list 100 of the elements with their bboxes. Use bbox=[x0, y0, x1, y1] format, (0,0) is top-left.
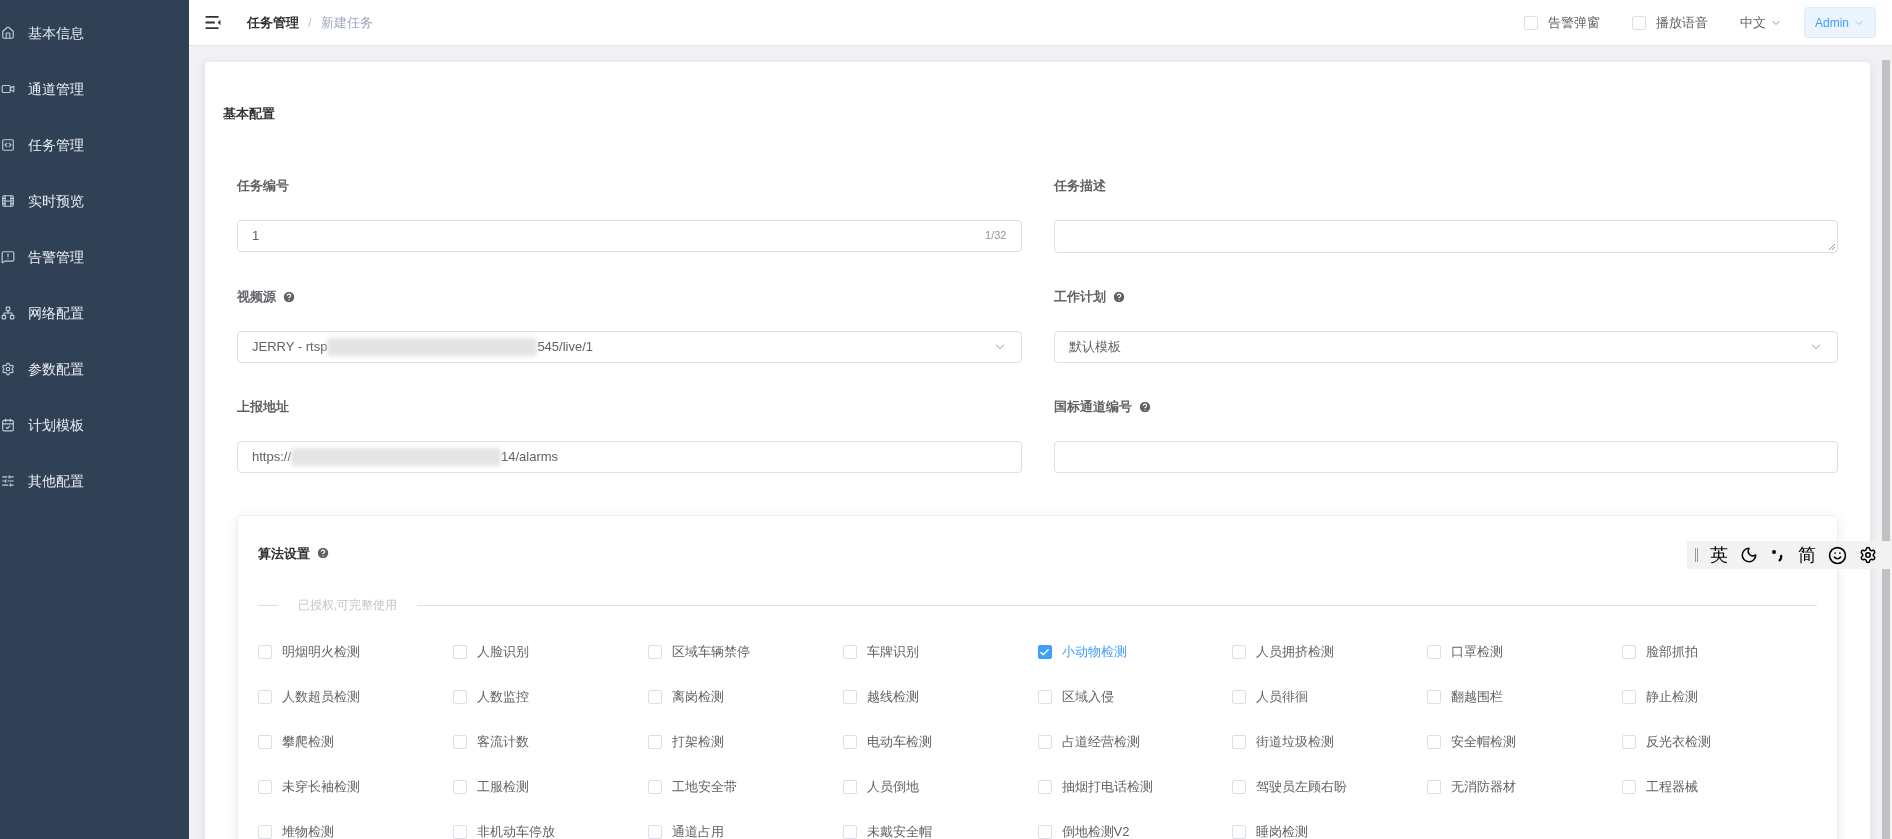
checkbox-label: 区域入侵 bbox=[1061, 688, 1114, 707]
breadcrumb-separator: / bbox=[308, 13, 312, 32]
checkbox-label: 未戴安全帽 bbox=[866, 823, 932, 839]
checkbox-label: 街道垃圾检测 bbox=[1256, 733, 1335, 752]
breadcrumb-item[interactable]: 任务管理 bbox=[247, 12, 299, 33]
sliders-icon bbox=[1, 474, 15, 488]
section-title: 算法设置 bbox=[258, 544, 310, 563]
checkbox-label: 攀爬检测 bbox=[282, 733, 334, 752]
checkbox-label: 人数监控 bbox=[476, 688, 529, 707]
field-value: JERRY - rtsp bbox=[252, 337, 328, 356]
checkbox-label: 睡岗检测 bbox=[1256, 823, 1309, 839]
checkbox-label: 翻越围栏 bbox=[1451, 688, 1504, 707]
select-field[interactable]: JERRY - rtsp 545/live/1 bbox=[237, 330, 1022, 363]
input-field[interactable]: 1 1/32 bbox=[237, 219, 1022, 252]
checkbox-label: 区域车辆禁停 bbox=[671, 643, 750, 662]
input-field[interactable]: https:// 14/alarms bbox=[237, 440, 1022, 473]
sidebar-label: 任务管理 bbox=[28, 135, 84, 155]
checkbox-label: 脸部抓拍 bbox=[1646, 643, 1699, 662]
checkbox-label: 人数超员检测 bbox=[282, 688, 360, 707]
checkbox-label: 倒地检测V2 bbox=[1061, 823, 1130, 839]
checkbox-label: 工程器械 bbox=[1646, 778, 1699, 797]
resize-grip-icon bbox=[1828, 242, 1835, 250]
sidebar-label: 参数配置 bbox=[28, 359, 84, 379]
field-value: 默认模板 bbox=[1068, 337, 1121, 356]
calendar-check-icon bbox=[1, 418, 15, 432]
help-icon bbox=[282, 289, 296, 304]
network-icon bbox=[1, 306, 15, 320]
settings-icon[interactable] bbox=[1859, 546, 1877, 564]
breadcrumb-item: 新建任务 bbox=[320, 13, 373, 32]
select-field[interactable]: 默认模板 bbox=[1053, 330, 1838, 363]
sidebar-item[interactable]: 实时预览 bbox=[0, 173, 189, 229]
sidebar-item[interactable]: 通道管理 bbox=[0, 61, 189, 117]
alert-message-icon bbox=[1, 250, 15, 264]
code-window-icon bbox=[1, 138, 15, 152]
field-value: 545/live/1 bbox=[537, 337, 594, 356]
checkbox-label: 占道经营检测 bbox=[1061, 733, 1140, 752]
input-field[interactable] bbox=[1053, 440, 1838, 473]
checkbox-label: 播放语音 bbox=[1656, 13, 1708, 32]
checkbox-label: 通道占用 bbox=[671, 823, 724, 839]
checkbox-label: 工服检测 bbox=[476, 778, 529, 797]
sidebar-item[interactable]: 其他配置 bbox=[0, 453, 189, 509]
sidebar-label: 网络配置 bbox=[28, 303, 84, 323]
character-counter: 1/32 bbox=[985, 228, 1007, 244]
checkbox-label: 驾驶员左顾右盼 bbox=[1256, 778, 1348, 797]
field-label: 任务描述 bbox=[1053, 176, 1106, 195]
sidebar-item[interactable]: 任务管理 bbox=[0, 117, 189, 173]
checkbox-label: 口罩检测 bbox=[1451, 643, 1504, 662]
sidebar-item[interactable]: 网络配置 bbox=[0, 285, 189, 341]
field-value: 1 bbox=[252, 226, 260, 245]
checkbox-label: 电动车检测 bbox=[866, 733, 932, 752]
checkbox-label: 离岗检测 bbox=[671, 688, 724, 707]
checkbox-label: 客流计数 bbox=[476, 733, 529, 752]
checkbox-label: 人员拥挤检测 bbox=[1256, 643, 1335, 662]
moon-icon[interactable] bbox=[1740, 546, 1758, 564]
checkbox-label: 堆物检测 bbox=[282, 823, 334, 839]
sidebar-item[interactable]: 基本信息 bbox=[0, 5, 189, 61]
checkbox[interactable] bbox=[1037, 645, 1052, 659]
sidebar-label: 计划模板 bbox=[28, 415, 84, 435]
checkbox-label: 告警弹窗 bbox=[1548, 13, 1600, 32]
help-icon bbox=[316, 546, 330, 561]
sidebar-label: 实时预览 bbox=[28, 191, 84, 211]
field-label: 上报地址 bbox=[237, 397, 289, 416]
settings-icon bbox=[1, 362, 15, 376]
checkbox-label: 小动物检测 bbox=[1061, 643, 1127, 662]
field-label: 工作计划 bbox=[1053, 287, 1106, 306]
sidebar-label: 通道管理 bbox=[28, 79, 84, 99]
checkbox-label: 打架检测 bbox=[671, 733, 724, 752]
ime-mode-key[interactable]: 英 bbox=[1710, 546, 1728, 564]
checkbox-label: 静止检测 bbox=[1646, 688, 1699, 707]
help-icon bbox=[1137, 399, 1152, 414]
help-icon bbox=[1111, 289, 1126, 304]
sidebar-label: 基本信息 bbox=[28, 23, 84, 43]
field-value: https:// bbox=[252, 447, 292, 466]
checkbox-label: 明烟明火检测 bbox=[282, 643, 360, 662]
checkbox-label: 抽烟打电话检测 bbox=[1061, 778, 1153, 797]
sidebar-item[interactable]: 告警管理 bbox=[0, 229, 189, 285]
field-label: 视频源 bbox=[237, 287, 276, 306]
checkbox-label: 越线检测 bbox=[866, 688, 919, 707]
textarea-field[interactable] bbox=[1053, 219, 1838, 253]
emoji-icon[interactable] bbox=[1828, 545, 1847, 565]
sidebar-item[interactable]: 参数配置 bbox=[0, 341, 189, 397]
language-dropdown[interactable]: 中文 bbox=[1740, 12, 1782, 33]
menu-icon[interactable] bbox=[205, 16, 221, 29]
field-value: 14/alarms bbox=[501, 447, 559, 466]
checkbox-label: 人脸识别 bbox=[476, 643, 529, 662]
checkbox-label: 人员倒地 bbox=[866, 778, 919, 797]
ime-mode-key[interactable]: 简 bbox=[1798, 546, 1816, 564]
checkbox-label: 非机动车停放 bbox=[476, 823, 555, 839]
checkbox-label: 安全帽检测 bbox=[1451, 733, 1517, 752]
checkbox-label: 工地安全带 bbox=[671, 778, 737, 797]
check-icon bbox=[1039, 646, 1050, 658]
sidebar-label: 其他配置 bbox=[28, 471, 84, 491]
sidebar-label: 告警管理 bbox=[28, 247, 84, 267]
checkbox-label: 无消防器材 bbox=[1451, 778, 1517, 797]
checkbox-label: 车牌识别 bbox=[866, 643, 919, 662]
field-label: 国标通道编号 bbox=[1053, 397, 1132, 416]
sidebar-item[interactable]: 计划模板 bbox=[0, 397, 189, 453]
checkbox-label: 反光衣检测 bbox=[1646, 733, 1712, 752]
checkbox-label: 未穿长袖检测 bbox=[282, 778, 360, 797]
film-icon bbox=[1, 194, 15, 208]
